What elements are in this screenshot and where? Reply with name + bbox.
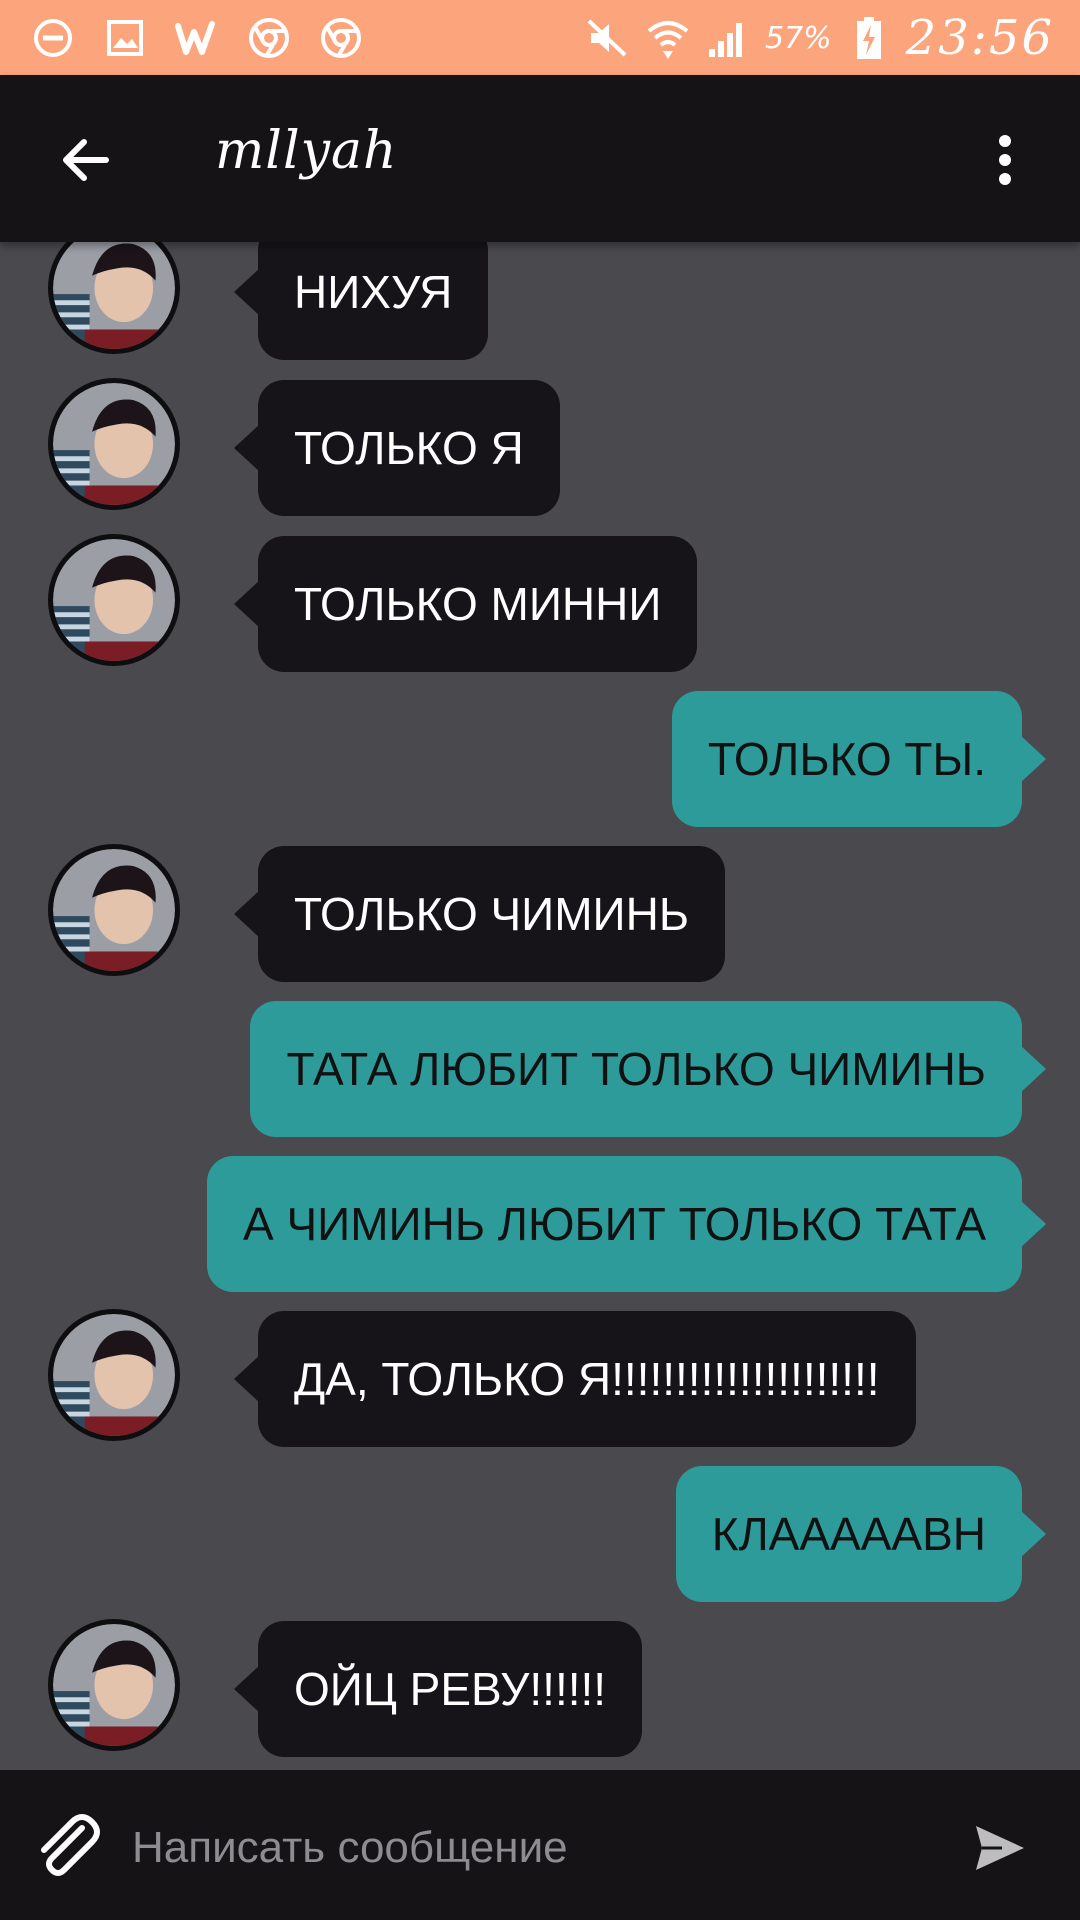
more-options-button[interactable] bbox=[970, 125, 1040, 195]
system-icons: 57% 23:56 bbox=[585, 10, 1054, 66]
avatar[interactable] bbox=[48, 378, 180, 510]
wifi-icon bbox=[645, 15, 691, 61]
composer-bar bbox=[0, 1770, 1080, 1920]
paperclip-icon bbox=[41, 1814, 100, 1876]
incoming-message-bubble[interactable]: ТОЛЬКО Я bbox=[234, 380, 560, 516]
incoming-message-bubble[interactable]: ТОЛЬКО ЧИМИНЬ bbox=[233, 846, 726, 982]
incoming-message-bubble[interactable]: ТОЛЬКО МИННИ bbox=[233, 536, 698, 672]
message-row: НИХУЯ bbox=[0, 242, 1080, 360]
back-button[interactable] bbox=[50, 125, 120, 195]
signal-icon bbox=[705, 15, 751, 61]
incoming-message-bubble[interactable]: ОЙЦ РЕВУ!!!!!! bbox=[233, 1621, 643, 1757]
w-app-icon bbox=[174, 15, 220, 61]
message-row: ТОЛЬКО Я bbox=[0, 378, 1080, 516]
message-row: ТАТА ЛЮБИТ ТОЛЬКО ЧИМИНЬ bbox=[0, 999, 1080, 1137]
mute-icon bbox=[585, 15, 631, 61]
attach-button[interactable] bbox=[28, 1808, 108, 1888]
incoming-message-bubble[interactable]: НИХУЯ bbox=[233, 242, 489, 360]
outgoing-message-bubble[interactable]: ТОЛЬКО ТЫ. bbox=[671, 691, 1047, 827]
status-bar: 57% 23:56 bbox=[0, 0, 1080, 75]
send-button[interactable] bbox=[960, 1808, 1040, 1888]
avatar[interactable] bbox=[48, 1309, 180, 1441]
incoming-message-bubble[interactable]: ДА, ТОЛЬКО Я!!!!!!!!!!!!!!!!!!!!! bbox=[234, 1311, 916, 1447]
app-bar: mllyah bbox=[0, 75, 1080, 242]
battery-charging-icon bbox=[846, 15, 892, 61]
chrome-icon bbox=[246, 15, 292, 61]
image-icon bbox=[102, 15, 148, 61]
send-icon bbox=[976, 1826, 1024, 1870]
chrome-icon bbox=[318, 15, 364, 61]
battery-percent: 57% bbox=[764, 20, 832, 56]
message-row: ДА, ТОЛЬКО Я!!!!!!!!!!!!!!!!!!!!! bbox=[0, 1309, 1080, 1447]
avatar[interactable] bbox=[48, 1619, 180, 1751]
avatar[interactable] bbox=[48, 844, 180, 976]
message-row: А ЧИМИНЬ ЛЮБИТ ТОЛЬКО ТАТА bbox=[0, 1154, 1080, 1292]
arrow-left-icon bbox=[63, 139, 109, 181]
avatar[interactable] bbox=[48, 242, 180, 354]
minus-circle-icon bbox=[30, 15, 76, 61]
message-row: КЛААААAВН bbox=[0, 1464, 1080, 1602]
message-row: ТОЛЬКО МИННИ bbox=[0, 534, 1080, 672]
message-row: ТОЛЬКО ЧИМИНЬ bbox=[0, 844, 1080, 982]
outgoing-message-bubble[interactable]: ТАТА ЛЮБИТ ТОЛЬКО ЧИМИНЬ bbox=[250, 1001, 1046, 1137]
notification-icons bbox=[30, 14, 364, 62]
outgoing-message-bubble[interactable]: КЛААААAВН bbox=[675, 1466, 1047, 1602]
message-row: ТОЛЬКО ТЫ. bbox=[0, 689, 1080, 827]
message-input[interactable] bbox=[130, 1810, 934, 1886]
avatar[interactable] bbox=[48, 534, 180, 666]
more-vertical-icon bbox=[999, 135, 1011, 185]
clock: 23:56 bbox=[905, 10, 1054, 66]
message-list[interactable]: НИХУЯ ТОЛЬКО Я ТОЛЬКО МИННИ ТОЛЬКО ТЫ. Т… bbox=[0, 242, 1080, 1770]
message-row: ОЙЦ РЕВУ!!!!!! bbox=[0, 1619, 1080, 1757]
outgoing-message-bubble[interactable]: А ЧИМИНЬ ЛЮБИТ ТОЛЬКО ТАТА bbox=[207, 1156, 1046, 1292]
chat-title[interactable]: mllyah bbox=[215, 121, 397, 181]
